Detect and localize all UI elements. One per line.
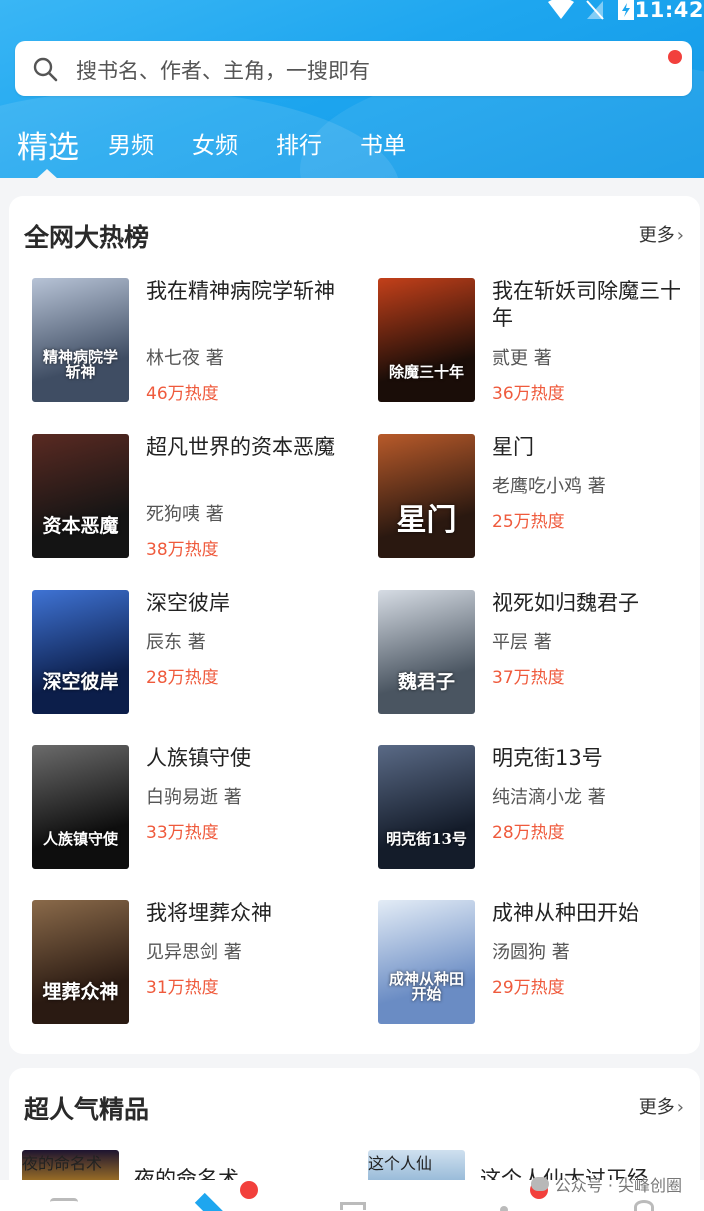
tab-female[interactable]: 女频	[192, 126, 238, 160]
cover-text: 星门	[396, 503, 457, 538]
book-author: 白驹易逝 著	[146, 787, 242, 808]
section-title: 超人气精品	[24, 1095, 150, 1124]
battery-icon	[618, 0, 634, 20]
book-cover[interactable]: 除魔三十年	[378, 278, 475, 402]
book-item[interactable]: 埋葬众神 我将埋葬众神见异思剑 著 31万热度	[32, 900, 362, 1024]
book-item[interactable]: 深空彼岸 深空彼岸 辰东 著 28万热度	[32, 590, 362, 714]
book-cover[interactable]: 埋葬众神	[32, 900, 129, 1024]
tab-booklist[interactable]: 书单	[360, 126, 406, 160]
more-link[interactable]: 更多 ›	[639, 221, 684, 247]
tab-featured[interactable]: 精选	[17, 122, 79, 167]
watermark-text: 公众号 · 尖峰创圈	[554, 1176, 682, 1195]
chevron-right-icon: ›	[676, 225, 684, 246]
book-title[interactable]: 成神从种田开始	[492, 900, 682, 927]
book-item[interactable]: 人族镇守使 人族镇守使 白驹易逝 著 33万热度	[32, 745, 362, 869]
book-author: 老鹰吃小鸡 著	[492, 476, 606, 497]
book-cover[interactable]: 深空彼岸	[32, 590, 129, 714]
book-cover[interactable]: 成神从种田开始	[378, 900, 475, 1024]
book-title[interactable]: 视死如归魏君子	[492, 590, 682, 617]
book-cover[interactable]: 资本恶魔	[32, 434, 129, 558]
nav-badge	[240, 1181, 258, 1199]
chevron-right-icon: ›	[676, 1097, 684, 1118]
book-heat: 28万热度	[492, 823, 565, 843]
book-author: 见异思剑 著	[146, 942, 242, 963]
more-label: 更多	[638, 225, 675, 246]
wechat-icon	[530, 1177, 549, 1191]
book-author: 平层 著	[492, 632, 552, 653]
book-heat: 38万热度	[146, 540, 219, 560]
cover-text: 埋葬众神	[42, 981, 119, 1003]
book-item[interactable]: 明克街13号 明克街13号 纯洁滴小龙 著 28万热度	[378, 745, 704, 869]
search-icon	[33, 57, 58, 82]
book-item[interactable]: 魏君子 视死如归魏君子平层 著 37万热度	[378, 590, 704, 714]
book-title[interactable]: 我将埋葬众神	[146, 900, 336, 927]
book-item[interactable]: 成神从种田开始 成神从种田开始 汤圆狗 著 29万热度	[378, 900, 704, 1024]
book-title[interactable]: 深空彼岸	[146, 590, 336, 617]
book-item[interactable]: 除魔三十年 我在斩妖司除魔三十年贰更 著 36万热度	[378, 278, 704, 404]
tab-indicator	[36, 169, 58, 178]
book-heat: 28万热度	[146, 668, 219, 688]
book-title[interactable]: 人族镇守使	[146, 745, 336, 772]
book-author: 林七夜 著	[146, 348, 224, 369]
cover-text: 人族镇守使	[42, 830, 118, 848]
featured-nav-icon[interactable]	[194, 1192, 224, 1211]
book-cover[interactable]: 明克街13号	[378, 745, 475, 869]
profile-icon[interactable]	[634, 1200, 654, 1211]
book-author: 辰东 著	[146, 632, 206, 653]
book-heat: 31万热度	[146, 978, 219, 998]
book-item[interactable]: 精神病院学斩神 我在精神病院学斩神林七夜 著 46万热度	[32, 278, 362, 404]
cover-text: 成神从种田开始	[388, 970, 464, 1003]
book-title[interactable]: 明克街13号	[492, 745, 682, 772]
book-author: 贰更 著	[492, 348, 552, 369]
status-time: 11:42	[634, 0, 704, 22]
book-author: 死狗咦 著	[146, 504, 224, 525]
book-title[interactable]: 超凡世界的资本恶魔	[146, 434, 336, 461]
book-heat: 29万热度	[492, 978, 565, 998]
book-author: 汤圆狗 著	[492, 942, 570, 963]
cover-text: 夜的命名术	[22, 1154, 103, 1173]
book-title[interactable]: 我在精神病院学斩神	[146, 278, 336, 305]
more-label: 更多	[638, 1097, 675, 1118]
bookshelf-icon[interactable]	[50, 1198, 78, 1204]
cover-text: 精神病院学斩神	[42, 348, 118, 381]
watermark: 公众号 · 尖峰创圈	[530, 1172, 682, 1196]
book-cover[interactable]: 人族镇守使	[32, 745, 129, 869]
book-title[interactable]: 我在斩妖司除魔三十年	[492, 278, 682, 332]
book-cover[interactable]: 魏君子	[378, 590, 475, 714]
tab-ranking[interactable]: 排行	[276, 126, 322, 160]
wifi-icon	[548, 0, 574, 19]
book-heat: 33万热度	[146, 823, 219, 843]
cover-text: 除魔三十年	[388, 363, 464, 381]
cover-text: 资本恶魔	[42, 515, 119, 537]
signal-icon	[586, 0, 604, 20]
search-input[interactable]: 搜书名、作者、主角，一搜即有	[76, 55, 370, 85]
cover-text: 明克街13号	[386, 830, 467, 848]
cover-text: 魏君子	[397, 671, 455, 693]
cover-text: 这个人仙	[368, 1154, 433, 1173]
book-cover[interactable]: 星门	[378, 434, 475, 558]
book-author: 纯洁滴小龙 著	[492, 787, 606, 808]
notification-dot	[668, 50, 682, 64]
status-bar: 11:42	[0, 0, 704, 22]
book-item[interactable]: 资本恶魔 超凡世界的资本恶魔死狗咦 著 38万热度	[32, 434, 362, 560]
book-heat: 46万热度	[146, 384, 219, 404]
welfare-icon[interactable]	[500, 1206, 508, 1211]
tab-bar: 精选 男频 女频 排行 书单	[0, 112, 704, 178]
category-icon[interactable]	[340, 1202, 366, 1210]
book-heat: 37万热度	[492, 668, 565, 688]
search-bar[interactable]: 搜书名、作者、主角，一搜即有	[15, 41, 692, 96]
book-heat: 25万热度	[492, 512, 565, 532]
tab-male[interactable]: 男频	[108, 126, 154, 160]
more-link[interactable]: 更多 ›	[639, 1093, 684, 1119]
book-title[interactable]: 星门	[492, 434, 682, 461]
book-item[interactable]: 星门 星门 老鹰吃小鸡 著 25万热度	[378, 434, 704, 558]
book-cover[interactable]: 精神病院学斩神	[32, 278, 129, 402]
book-heat: 36万热度	[492, 384, 565, 404]
cover-text: 深空彼岸	[42, 671, 119, 693]
hot-ranking-card: 全网大热榜 更多 › 精神病院学斩神 我在精神病院学斩神林七夜 著 46万热度 除魔三十…	[9, 196, 700, 1054]
header: 11:42 搜书名、作者、主角，一搜即有 精选 男频 女频 排行 书单	[0, 0, 704, 178]
section-title: 全网大热榜	[24, 223, 150, 252]
